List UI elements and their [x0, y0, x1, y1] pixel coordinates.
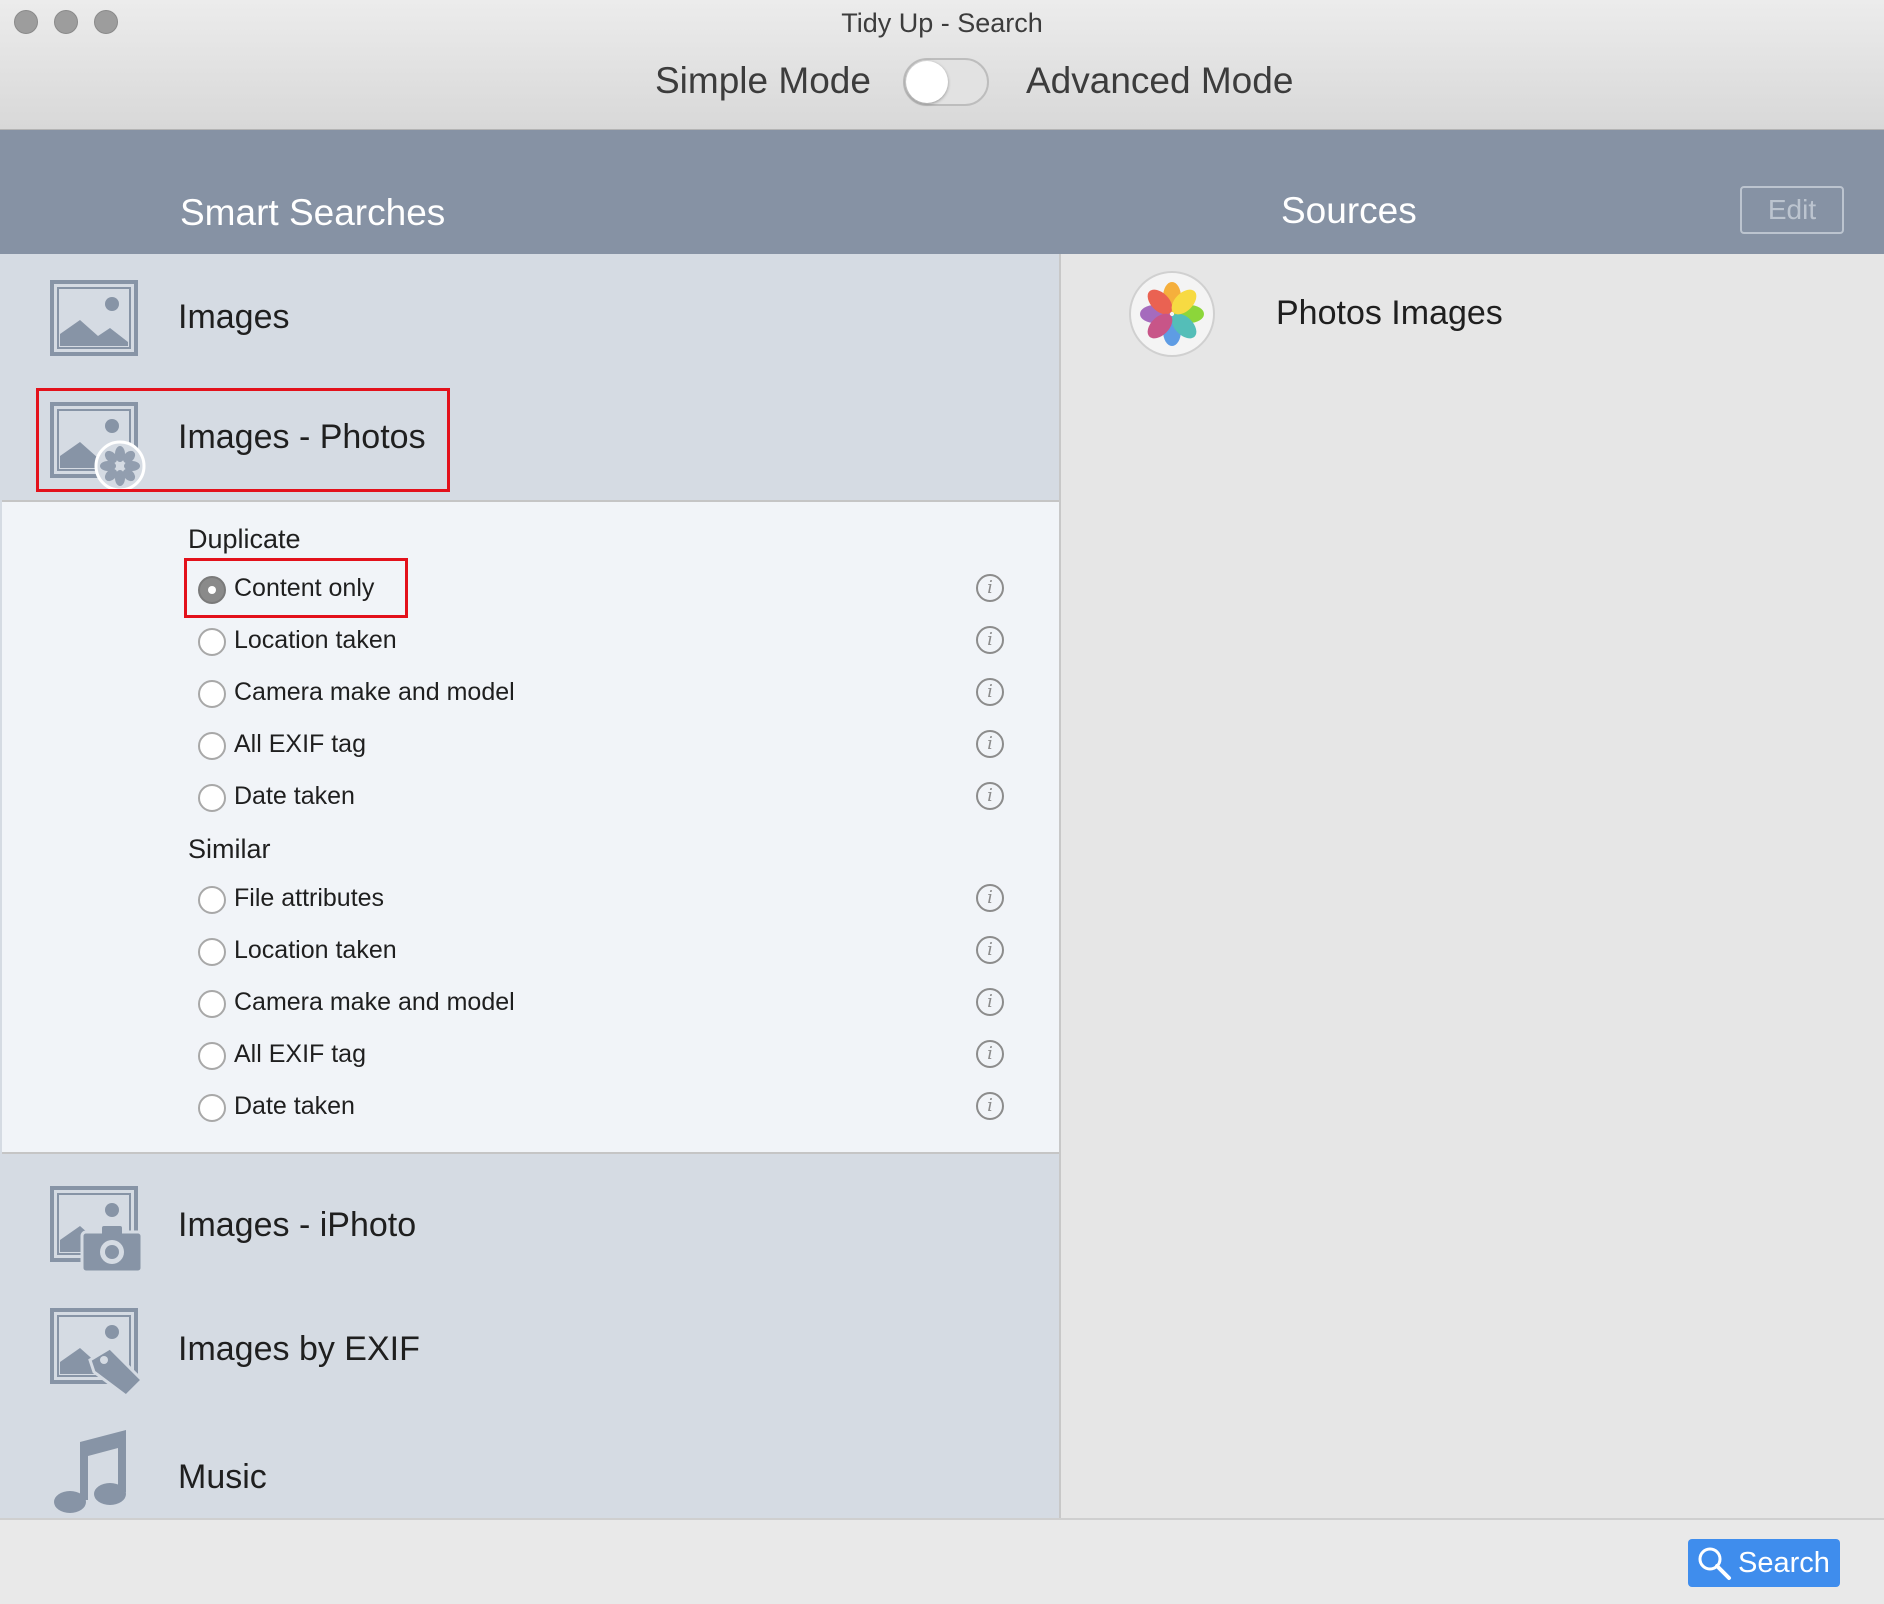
option-similar-date-taken[interactable]: Date taken i	[198, 1090, 1018, 1130]
info-icon[interactable]: i	[976, 730, 1004, 758]
radio-button[interactable]	[198, 680, 226, 708]
info-icon[interactable]: i	[976, 1040, 1004, 1068]
options-panel: Duplicate Content only i Location taken …	[2, 500, 1059, 1154]
smart-search-label: Images	[178, 298, 290, 336]
info-icon[interactable]: i	[976, 574, 1004, 602]
smart-searches-title: Smart Searches	[180, 192, 446, 233]
music-note-icon	[54, 1430, 126, 1513]
title-bar: Tidy Up - Search Simple Mode Advanced Mo…	[0, 0, 1884, 130]
search-button-label: Search	[1738, 1547, 1830, 1579]
magnifier-icon	[1698, 1547, 1731, 1580]
option-duplicate-all-exif-tag[interactable]: All EXIF tag i	[198, 728, 1018, 768]
info-icon[interactable]: i	[976, 782, 1004, 810]
window-title: Tidy Up - Search	[841, 8, 1043, 38]
radio-button[interactable]	[198, 628, 226, 656]
info-icon[interactable]: i	[976, 936, 1004, 964]
source-label: Photos Images	[1276, 294, 1503, 332]
option-duplicate-location-taken[interactable]: Location taken i	[198, 624, 1018, 664]
toggle-knob	[906, 61, 948, 103]
option-label: Camera make and model	[234, 678, 515, 706]
advanced-mode-label[interactable]: Advanced Mode	[1026, 60, 1293, 102]
option-label: Date taken	[234, 1092, 355, 1120]
option-label: Location taken	[234, 626, 397, 654]
iphoto-image-icon	[50, 1186, 144, 1274]
search-button[interactable]: Search	[1688, 1539, 1840, 1587]
option-label: Date taken	[234, 782, 355, 810]
exif-image-icon	[50, 1308, 145, 1398]
option-duplicate-camera-make-model[interactable]: Camera make and model i	[198, 676, 1018, 716]
radio-button[interactable]	[198, 784, 226, 812]
highlight-box-images-photos	[36, 388, 450, 492]
info-icon[interactable]: i	[976, 678, 1004, 706]
sources-panel	[1061, 254, 1884, 1518]
radio-button[interactable]	[198, 1094, 226, 1122]
option-duplicate-date-taken[interactable]: Date taken i	[198, 780, 1018, 820]
option-similar-all-exif-tag[interactable]: All EXIF tag i	[198, 1038, 1018, 1078]
smart-search-images-by-exif[interactable]: Images by EXIF	[0, 1300, 1059, 1424]
info-icon[interactable]: i	[976, 1092, 1004, 1120]
option-label: Location taken	[234, 936, 397, 964]
radio-button[interactable]	[198, 990, 226, 1018]
info-icon[interactable]: i	[976, 988, 1004, 1016]
simple-mode-label[interactable]: Simple Mode	[655, 60, 871, 102]
radio-button[interactable]	[198, 938, 226, 966]
option-similar-location-taken[interactable]: Location taken i	[198, 934, 1018, 974]
option-label: All EXIF tag	[234, 1040, 366, 1068]
sources-title: Sources	[1281, 190, 1417, 231]
option-label: Camera make and model	[234, 988, 515, 1016]
radio-button[interactable]	[198, 886, 226, 914]
highlight-box-content-only	[184, 558, 408, 618]
similar-section-label: Similar	[188, 834, 271, 864]
option-label: All EXIF tag	[234, 730, 366, 758]
duplicate-section-label: Duplicate	[188, 524, 301, 554]
mode-toggle[interactable]	[903, 58, 989, 106]
smart-search-label: Music	[178, 1458, 267, 1496]
smart-search-images[interactable]: Images	[0, 268, 1059, 392]
option-label: File attributes	[234, 884, 385, 912]
info-icon[interactable]: i	[976, 884, 1004, 912]
info-icon[interactable]: i	[976, 626, 1004, 654]
bottom-bar	[0, 1518, 1884, 1604]
radio-button[interactable]	[198, 732, 226, 760]
smart-search-label: Images by EXIF	[178, 1330, 420, 1368]
option-similar-camera-make-model[interactable]: Camera make and model i	[198, 986, 1018, 1026]
photos-app-icon	[1129, 271, 1215, 357]
smart-search-label: Images - iPhoto	[178, 1206, 417, 1244]
radio-button[interactable]	[198, 1042, 226, 1070]
image-icon	[50, 280, 138, 356]
smart-search-images-iphoto[interactable]: Images - iPhoto	[0, 1176, 1059, 1300]
edit-button[interactable]: Edit	[1740, 186, 1844, 234]
option-similar-file-attributes[interactable]: File attributes i	[198, 882, 1018, 922]
